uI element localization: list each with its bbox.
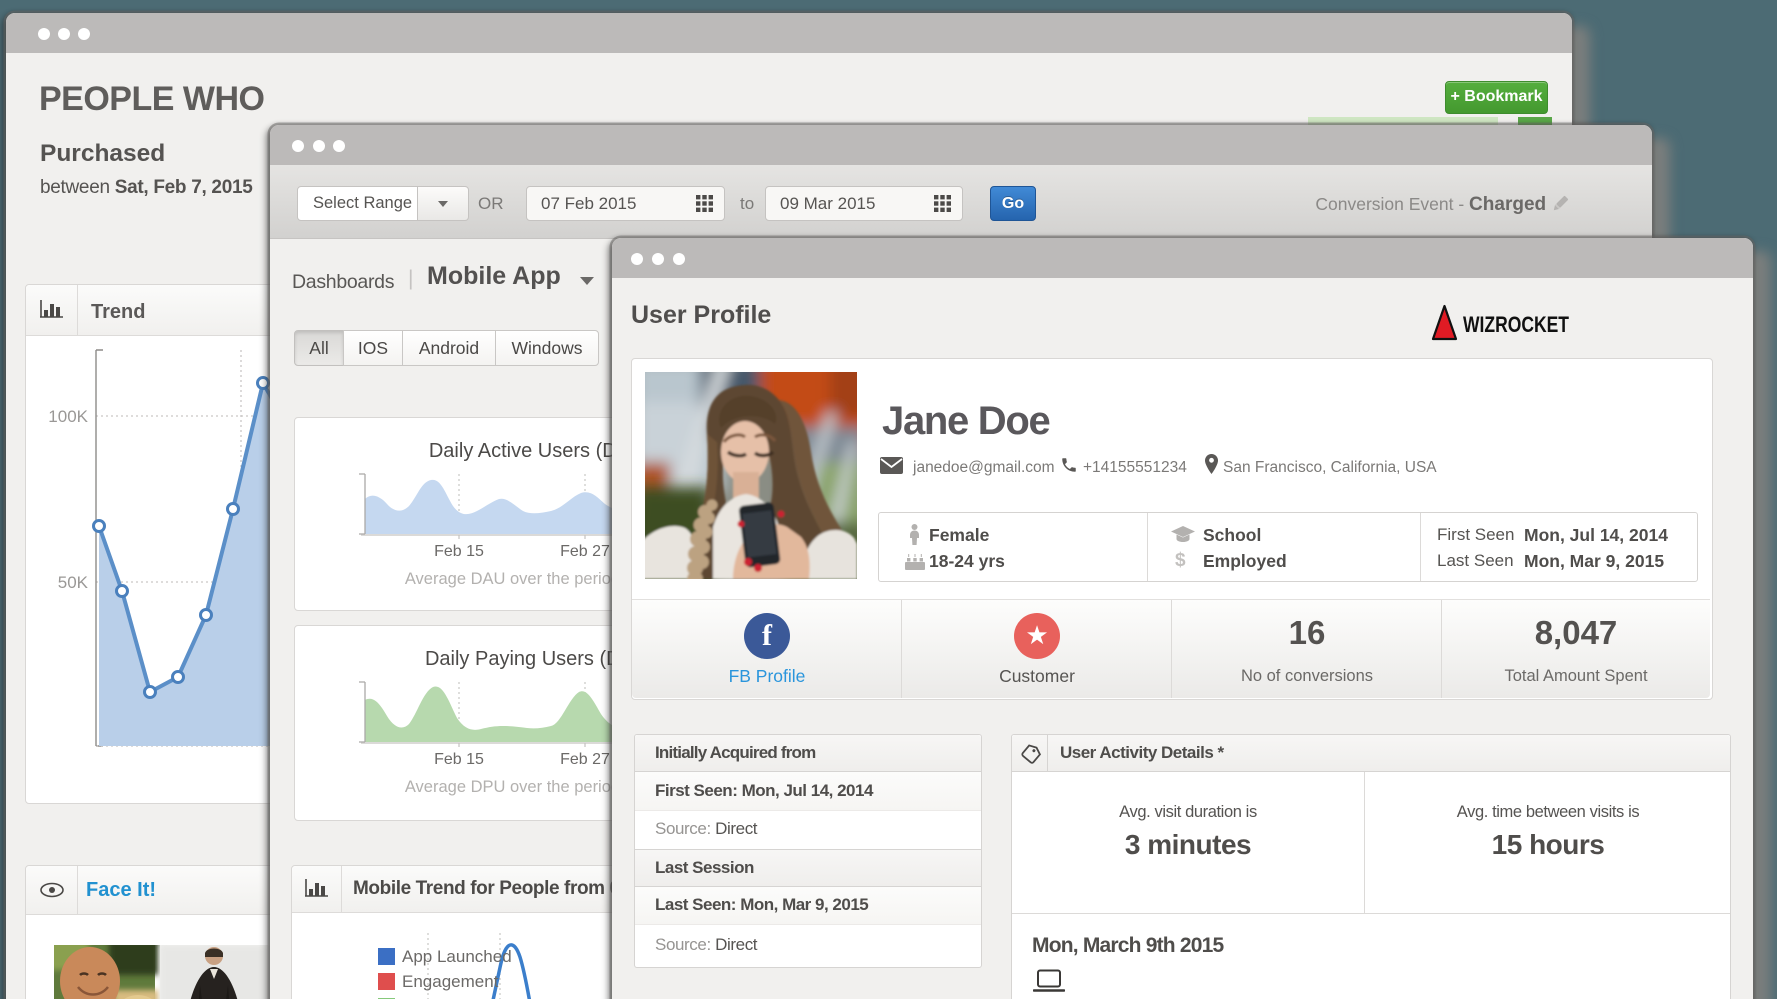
svg-text:App Launched: App Launched xyxy=(402,947,512,966)
svg-text:100K: 100K xyxy=(48,407,88,426)
svg-text:Engagement: Engagement xyxy=(402,972,499,991)
svg-text:50K: 50K xyxy=(58,573,89,592)
svg-text:WIZROCKET: WIZROCKET xyxy=(1463,312,1569,337)
